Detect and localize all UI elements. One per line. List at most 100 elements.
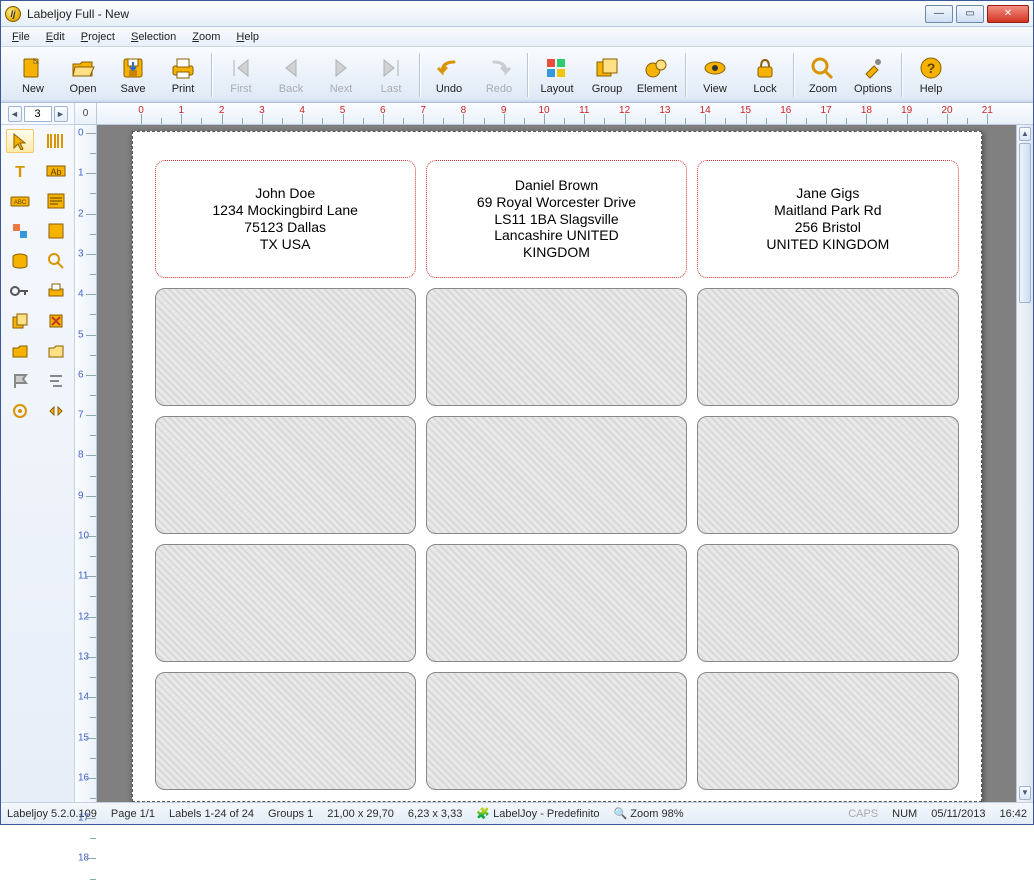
copy-tool[interactable] (6, 309, 34, 333)
maximize-button[interactable]: ▭ (956, 5, 984, 23)
status-cell-dims: 6,23 x 3,33 (408, 808, 462, 820)
folder2-tool[interactable] (42, 339, 70, 363)
next-button[interactable]: Next (317, 50, 365, 100)
label-cell-empty[interactable] (155, 416, 416, 534)
save-button[interactable]: Save (109, 50, 157, 100)
menu-file[interactable]: File (5, 29, 37, 45)
canvas-area: 0 0123456789101112131415161718192021 012… (75, 103, 1033, 802)
page-number-input[interactable] (24, 106, 52, 122)
menu-selection[interactable]: Selection (124, 29, 183, 45)
first-button[interactable]: First (217, 50, 265, 100)
resize-tool[interactable] (42, 399, 70, 423)
svg-text:Ab: Ab (50, 167, 61, 177)
save-icon (119, 55, 147, 81)
label-tool[interactable]: ABC (6, 189, 34, 213)
label-sheet[interactable]: John Doe1234 Mockingbird Lane75123 Dalla… (132, 131, 982, 802)
help-button[interactable]: ?Help (907, 50, 955, 100)
first-icon (227, 55, 255, 81)
label-cell[interactable]: Daniel Brown69 Royal Worcester DriveLS11… (426, 160, 687, 278)
options-button[interactable]: Options (849, 50, 897, 100)
label-cell-empty[interactable] (155, 672, 416, 790)
app-icon: lj (5, 6, 21, 22)
close-button[interactable]: ✕ (987, 5, 1029, 23)
label-cell[interactable]: Jane GigsMaitland Park Rd256 BristolUNIT… (697, 160, 958, 278)
help-icon: ? (917, 55, 945, 81)
status-bar: Labeljoy 5.2.0.109 Page 1/1 Labels 1-24 … (1, 802, 1033, 824)
horizontal-ruler[interactable]: 0 0123456789101112131415161718192021 (97, 103, 1033, 125)
shape-tool[interactable] (6, 219, 34, 243)
view-icon (701, 55, 729, 81)
label-cell-empty[interactable] (155, 544, 416, 662)
title-bar: lj Labeljoy Full - New — ▭ ✕ (1, 1, 1033, 27)
status-dims: 21,00 x 29,70 (327, 808, 394, 820)
flag-tool[interactable] (6, 369, 34, 393)
scroll-down-button[interactable]: ▼ (1019, 786, 1031, 800)
undo-button[interactable]: Undo (425, 50, 473, 100)
vertical-ruler[interactable]: 0123456789101112131415161718 (75, 125, 97, 802)
lock-button[interactable]: Lock (741, 50, 789, 100)
zoom-button[interactable]: Zoom (799, 50, 847, 100)
scroll-thumb[interactable] (1019, 143, 1031, 303)
text-tool[interactable]: T (6, 159, 34, 183)
target-tool[interactable] (6, 399, 34, 423)
folder-tool[interactable] (6, 339, 34, 363)
page-prev-button[interactable]: ◄ (8, 106, 22, 122)
label-cell-empty[interactable] (697, 288, 958, 406)
redo-button[interactable]: Redo (475, 50, 523, 100)
menu-help[interactable]: Help (229, 29, 266, 45)
status-groups: Groups 1 (268, 808, 313, 820)
new-icon (19, 55, 47, 81)
last-button[interactable]: Last (367, 50, 415, 100)
align-tool[interactable] (42, 369, 70, 393)
menu-zoom[interactable]: Zoom (185, 29, 227, 45)
scroll-up-button[interactable]: ▲ (1019, 127, 1031, 141)
pointer-tool[interactable] (6, 129, 34, 153)
print-tool[interactable] (42, 279, 70, 303)
open-button[interactable]: Open (59, 50, 107, 100)
redo-icon (485, 55, 513, 81)
find-tool[interactable] (42, 249, 70, 273)
status-profile: 🧩 LabelJoy - Predefinito (476, 807, 599, 820)
tool-palette: T Ab ABC (1, 125, 74, 802)
barcode-tool[interactable] (42, 129, 70, 153)
label-cell-empty[interactable] (697, 672, 958, 790)
status-page: Page 1/1 (111, 808, 155, 820)
label-cell-empty[interactable] (697, 416, 958, 534)
key-tool[interactable] (6, 279, 34, 303)
menu-project[interactable]: Project (74, 29, 122, 45)
vertical-scrollbar[interactable]: ▲ ▼ (1016, 125, 1033, 802)
lock-icon (751, 55, 779, 81)
label-cell-empty[interactable] (426, 288, 687, 406)
back-button[interactable]: Back (267, 50, 315, 100)
last-icon (377, 55, 405, 81)
label-cell[interactable]: John Doe1234 Mockingbird Lane75123 Dalla… (155, 160, 416, 278)
new-button[interactable]: New (9, 50, 57, 100)
minimize-button[interactable]: — (925, 5, 953, 23)
main-toolbar: New Open Save Print First Back Next Last… (1, 47, 1033, 103)
delete-tool[interactable] (42, 309, 70, 333)
view-button[interactable]: View (691, 50, 739, 100)
page-spinner: ◄ ► (1, 103, 74, 125)
status-labels: Labels 1-24 of 24 (169, 808, 254, 820)
svg-text:T: T (15, 164, 25, 180)
element-button[interactable]: Element (633, 50, 681, 100)
print-button[interactable]: Print (159, 50, 207, 100)
ruler-origin: 0 (75, 103, 97, 125)
page-next-button[interactable]: ► (54, 106, 68, 122)
label-cell-empty[interactable] (426, 672, 687, 790)
status-zoom: 🔍 Zoom 98% (614, 807, 684, 820)
zoom-icon (809, 55, 837, 81)
textblock-tool[interactable] (42, 189, 70, 213)
label-cell-empty[interactable] (426, 544, 687, 662)
group-button[interactable]: Group (583, 50, 631, 100)
menu-edit[interactable]: Edit (39, 29, 72, 45)
image-tool[interactable] (42, 219, 70, 243)
database-tool[interactable] (6, 249, 34, 273)
svg-text:ABC: ABC (13, 200, 26, 206)
canvas-viewport[interactable]: John Doe1234 Mockingbird Lane75123 Dalla… (97, 125, 1016, 802)
textfield-tool[interactable]: Ab (42, 159, 70, 183)
label-cell-empty[interactable] (426, 416, 687, 534)
label-cell-empty[interactable] (697, 544, 958, 662)
layout-button[interactable]: Layout (533, 50, 581, 100)
label-cell-empty[interactable] (155, 288, 416, 406)
